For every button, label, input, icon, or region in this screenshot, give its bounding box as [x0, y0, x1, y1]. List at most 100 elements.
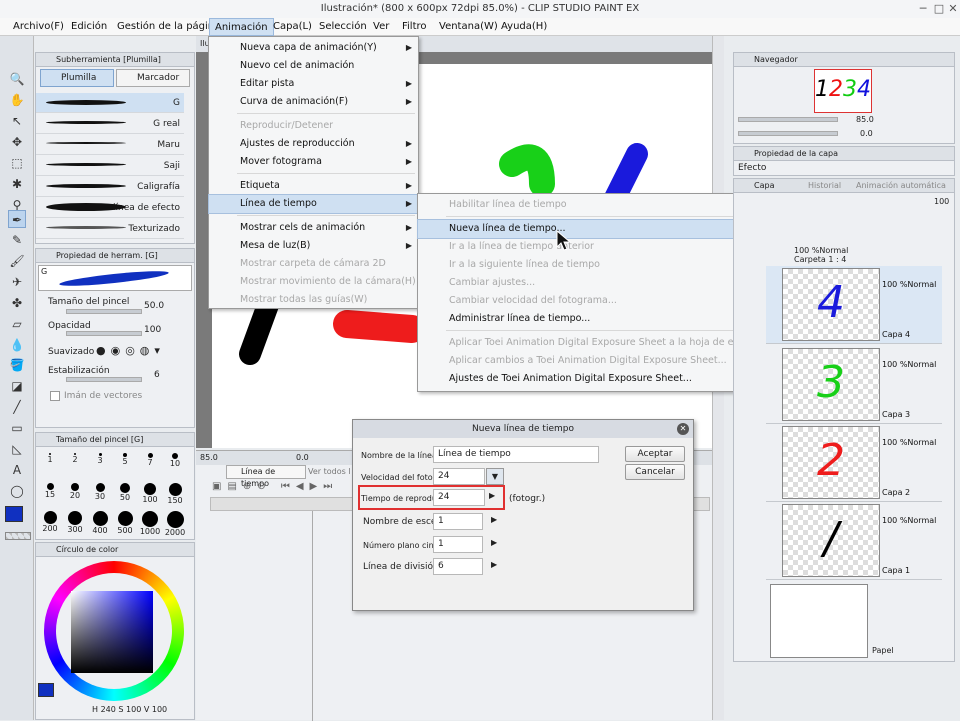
layer-row[interactable]: /100 %Normal Capa 1 — [766, 502, 942, 580]
menu-item-curva-de-animacion-f[interactable]: Curva de animación(F) ▶ — [209, 93, 418, 111]
menu-animacion[interactable]: Animación — [209, 18, 274, 36]
cut-field[interactable]: 1 — [433, 536, 483, 553]
brush-size-200[interactable]: 200 — [38, 511, 62, 533]
menu-item-ajustes-de-reproduccion[interactable]: Ajustes de reproducción ▶ — [209, 135, 418, 153]
gradient-icon[interactable]: ◪ — [8, 377, 26, 395]
move-layer-icon[interactable]: ✥ — [8, 133, 26, 151]
nav-rotate-slider[interactable] — [738, 131, 838, 136]
minimize-icon[interactable]: ─ — [916, 2, 930, 16]
menu-item-etiqueta[interactable]: Etiqueta ▶ — [209, 177, 418, 195]
menu-item-mostrar-todas-las-guias-w[interactable]: Mostrar todas las guías(W) — [209, 291, 418, 309]
scene-field[interactable]: 1 — [433, 513, 483, 530]
tab-marcador[interactable]: Marcador — [116, 69, 190, 87]
fps-dropdown-icon[interactable]: ▼ — [486, 468, 504, 485]
menu-item-mover-fotograma[interactable]: Mover fotograma ▶ — [209, 153, 418, 171]
tab-view-all[interactable]: Ver todos l — [308, 465, 358, 479]
brush-g-real[interactable]: G real — [36, 114, 184, 134]
brush-size-2000[interactable]: 2000 — [163, 511, 187, 537]
menu-ventana[interactable]: Ventana(W) — [434, 18, 503, 36]
tab-plumilla[interactable]: Plumilla — [40, 69, 114, 87]
pencil-tool-icon[interactable]: ✎ — [8, 231, 26, 249]
navigator-preview[interactable]: 1234 — [814, 69, 872, 113]
menu-item-mostrar-carpeta-de-camara-2d[interactable]: Mostrar carpeta de cámara 2D — [209, 255, 418, 273]
balloon-icon[interactable]: ◯ — [8, 482, 26, 500]
tab-timeline[interactable]: Línea de tiempo — [226, 465, 306, 488]
frame-icon[interactable]: ▭ — [8, 419, 26, 437]
fill-icon[interactable]: 🪣 — [8, 356, 26, 374]
zoom-tool-icon[interactable]: 🔍 — [8, 70, 26, 88]
brush-maru[interactable]: Maru — [36, 135, 184, 155]
division-field[interactable]: 6 — [433, 558, 483, 575]
tab-animacion-automatica[interactable]: Animación automática — [856, 179, 946, 193]
menu-ayuda[interactable]: Ayuda(H) — [496, 18, 552, 36]
layer-row[interactable]: 4 100 %Normal Capa 4 — [766, 266, 942, 344]
tab-capa[interactable]: Capa — [754, 179, 774, 193]
layerprop-tab[interactable]: Propiedad de la capa — [734, 147, 954, 161]
menu-seleccion[interactable]: Selección — [314, 18, 372, 36]
brush-size-2[interactable]: 2 — [63, 453, 87, 464]
opacity-slider[interactable] — [66, 331, 142, 336]
menu-archivo[interactable]: Archivo(F) — [8, 18, 69, 36]
brush-size-15[interactable]: 15 — [38, 483, 62, 499]
layer-paper[interactable]: Papel — [766, 582, 942, 660]
menu-filtro[interactable]: Filtro — [397, 18, 432, 36]
size-value[interactable]: 50.0 — [144, 301, 164, 311]
fps-field[interactable]: 24 — [433, 468, 485, 485]
brush-tool-icon[interactable]: 🖌 — [8, 252, 26, 270]
brush-size-7[interactable]: 7 — [138, 453, 162, 467]
decoration-icon[interactable]: ✤ — [8, 294, 26, 312]
brush-size-50[interactable]: 50 — [113, 483, 137, 502]
auto-select-icon[interactable]: ✱ — [8, 175, 26, 193]
layer-row[interactable]: 2 100 %Normal Capa 2 — [766, 424, 942, 502]
menu-item-editar-pista[interactable]: Editar pista ▶ — [209, 75, 418, 93]
brush-size-3[interactable]: 3 — [88, 453, 112, 465]
saturation-value-square[interactable] — [71, 591, 153, 673]
maximize-icon[interactable]: □ — [932, 2, 946, 16]
brush-size-1000[interactable]: 1000 — [138, 511, 162, 536]
transparent-swatch[interactable] — [5, 532, 31, 540]
brush-size-5[interactable]: 5 — [113, 453, 137, 466]
dialog-close-icon[interactable]: ✕ — [677, 423, 689, 435]
brush-size-100[interactable]: 100 — [138, 483, 162, 504]
nav-zoom-slider[interactable] — [738, 117, 838, 122]
menu-item-linea-de-tiempo[interactable]: Línea de tiempo ▶ — [208, 194, 419, 214]
stabilization-slider[interactable] — [66, 377, 142, 382]
eraser-icon[interactable]: ▱ — [8, 315, 26, 333]
stabilization-value[interactable]: 6 — [154, 370, 160, 380]
hand-tool-icon[interactable]: ✋ — [8, 91, 26, 109]
division-stepper-icon[interactable]: ▶ — [491, 560, 497, 569]
layer-opacity-value[interactable]: 100 — [934, 197, 949, 206]
cancel-button[interactable]: Cancelar — [625, 464, 685, 480]
menu-item-mesa-de-luz-b[interactable]: Mesa de luz(B) ▶ — [209, 237, 418, 255]
brush-size-10[interactable]: 10 — [163, 453, 187, 468]
tab-historial[interactable]: Historial — [808, 179, 841, 193]
menu-ver[interactable]: Ver — [368, 18, 394, 36]
brush-size-500[interactable]: 500 — [113, 511, 137, 535]
menu-item-mostrar-movimiento-de-la-camara-h[interactable]: Mostrar movimiento de la cámara(H) — [209, 273, 418, 291]
brush-size-300[interactable]: 300 — [63, 511, 87, 534]
close-icon[interactable]: ✕ — [946, 2, 960, 16]
menu-capa[interactable]: Capa(L) — [268, 18, 317, 36]
name-field[interactable]: Línea de tiempo — [433, 446, 599, 463]
brush-linea-efecto[interactable]: Para línea de efecto — [36, 198, 184, 218]
main-color-swatch[interactable] — [5, 506, 23, 522]
figure-icon[interactable]: ╱ — [8, 398, 26, 416]
brush-g[interactable]: G — [36, 93, 184, 113]
brush-texturizado[interactable]: Texturizado — [36, 219, 184, 239]
brush-size-150[interactable]: 150 — [163, 483, 187, 505]
blend-icon[interactable]: 💧 — [8, 336, 26, 354]
cut-stepper-icon[interactable]: ▶ — [491, 538, 497, 547]
playback-stepper-icon[interactable]: ▶ — [489, 491, 495, 500]
navigator-tab[interactable]: Navegador — [734, 53, 954, 67]
accept-button[interactable]: Aceptar — [625, 446, 685, 462]
menu-edicion[interactable]: Edición — [66, 18, 112, 36]
scene-stepper-icon[interactable]: ▶ — [491, 515, 497, 524]
menu-item-mostrar-cels-de-animacion[interactable]: Mostrar cels de animación ▶ — [209, 219, 418, 237]
brush-size-400[interactable]: 400 — [88, 511, 112, 535]
ruler-icon[interactable]: ◺ — [8, 440, 26, 458]
current-color[interactable] — [38, 683, 54, 697]
opacity-value[interactable]: 100 — [144, 325, 161, 335]
operation-tool-icon[interactable]: ↖ — [8, 112, 26, 130]
vector-magnet-checkbox[interactable] — [50, 391, 60, 401]
brush-size-30[interactable]: 30 — [88, 483, 112, 501]
